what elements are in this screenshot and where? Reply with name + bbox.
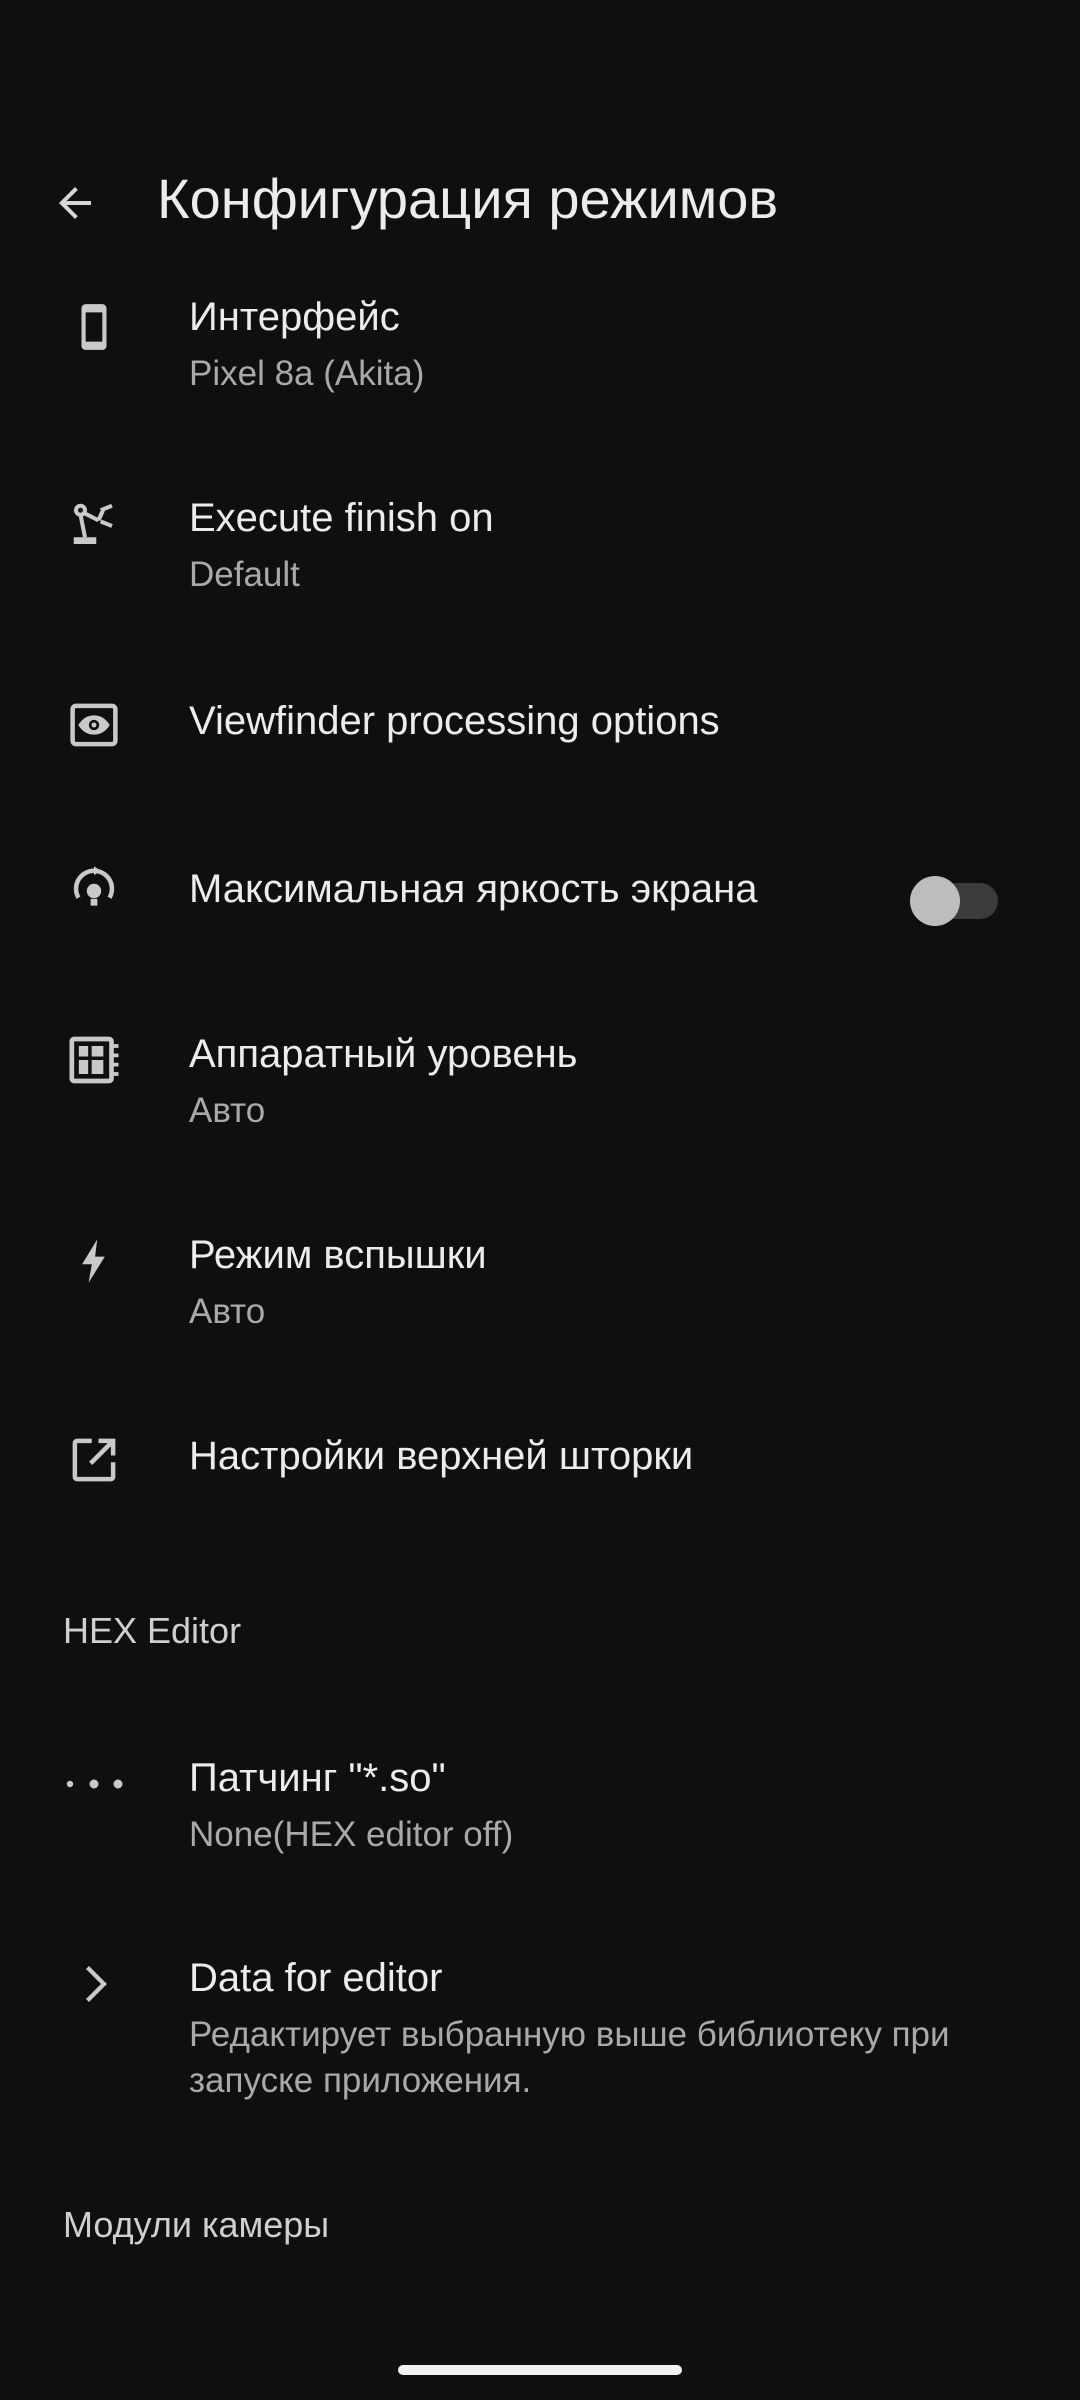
- setting-label: Патчинг "*.so": [189, 1756, 446, 1800]
- arrow-back-icon: [51, 179, 99, 227]
- brightness-icon: [62, 859, 126, 923]
- setting-label: Data for editor: [189, 1956, 443, 2000]
- setting-text: Аппаратный уровень Авто: [189, 1030, 1040, 1134]
- setting-value: Default: [189, 555, 300, 594]
- setting-so-patching[interactable]: Патчинг "*.so" None(HEX editor off): [0, 1754, 1080, 1884]
- setting-label: Интерфейс: [189, 295, 400, 339]
- description-line: Редактирует выбранную выше библиотеку пр…: [189, 2015, 950, 2054]
- setting-label: Execute finish on: [189, 496, 494, 540]
- gesture-nav-handle[interactable]: [398, 2365, 682, 2375]
- setting-label: Режим вспышки: [189, 1233, 487, 1277]
- setting-viewfinder[interactable]: Viewfinder processing options: [0, 697, 1080, 787]
- setting-label: Аппаратный уровень: [189, 1032, 578, 1076]
- setting-text: Интерфейс Pixel 8a (Akita): [189, 293, 1040, 397]
- setting-text: Data for editor Редактирует выбранную вы…: [189, 1954, 1040, 2104]
- open-external-icon: [62, 1428, 126, 1492]
- setting-value: Авто: [189, 1292, 266, 1331]
- setting-shade[interactable]: Настройки верхней шторки: [0, 1432, 1080, 1522]
- setting-text: Максимальная яркость экрана: [189, 865, 880, 913]
- chevron-right-icon: [62, 1952, 126, 2016]
- description-line: запуске приложения.: [189, 2061, 532, 2100]
- toggle-thumb: [910, 876, 960, 926]
- eye-icon: [62, 693, 126, 757]
- setting-max-brightness[interactable]: Максимальная яркость экрана: [0, 865, 1080, 955]
- flash-icon: [62, 1229, 126, 1293]
- setting-hardware-level[interactable]: Аппаратный уровень Авто: [0, 1030, 1080, 1160]
- chip-icon: [62, 1028, 126, 1092]
- setting-text: Viewfinder processing options: [189, 697, 1040, 745]
- phone-icon: [62, 295, 126, 359]
- setting-data-for-editor[interactable]: Data for editor Редактирует выбранную вы…: [0, 1954, 1080, 2124]
- robot-arm-icon: [62, 494, 126, 558]
- settings-screen: Конфигурация режимов Интерфейс Pixel 8a …: [0, 0, 1080, 2400]
- setting-text: Режим вспышки Авто: [189, 1231, 1040, 1335]
- setting-interface[interactable]: Интерфейс Pixel 8a (Akita): [0, 293, 1080, 423]
- setting-execute-finish[interactable]: Execute finish on Default: [0, 494, 1080, 624]
- setting-label: Настройки верхней шторки: [189, 1434, 694, 1478]
- more-dots-icon: [62, 1752, 126, 1816]
- setting-description: Редактирует выбранную выше библиотеку пр…: [189, 2012, 1040, 2104]
- setting-value: Pixel 8a (Akita): [189, 354, 425, 393]
- setting-text: Execute finish on Default: [189, 494, 1040, 598]
- brightness-toggle[interactable]: [910, 876, 1000, 926]
- setting-value: None(HEX editor off): [189, 1815, 514, 1854]
- section-header-hex-editor: HEX Editor: [63, 1610, 242, 1651]
- section-header-camera-modules: Модули камеры: [63, 2204, 330, 2245]
- setting-flash-mode[interactable]: Режим вспышки Авто: [0, 1231, 1080, 1361]
- top-app-bar: Конфигурация режимов: [0, 150, 1080, 260]
- setting-text: Патчинг "*.so" None(HEX editor off): [189, 1754, 1040, 1858]
- setting-label: Viewfinder processing options: [189, 699, 720, 743]
- back-button[interactable]: [40, 168, 110, 238]
- setting-value: Авто: [189, 1091, 266, 1130]
- setting-text: Настройки верхней шторки: [189, 1432, 1040, 1480]
- setting-label: Максимальная яркость экрана: [189, 867, 758, 911]
- page-title: Конфигурация режимов: [157, 167, 779, 230]
